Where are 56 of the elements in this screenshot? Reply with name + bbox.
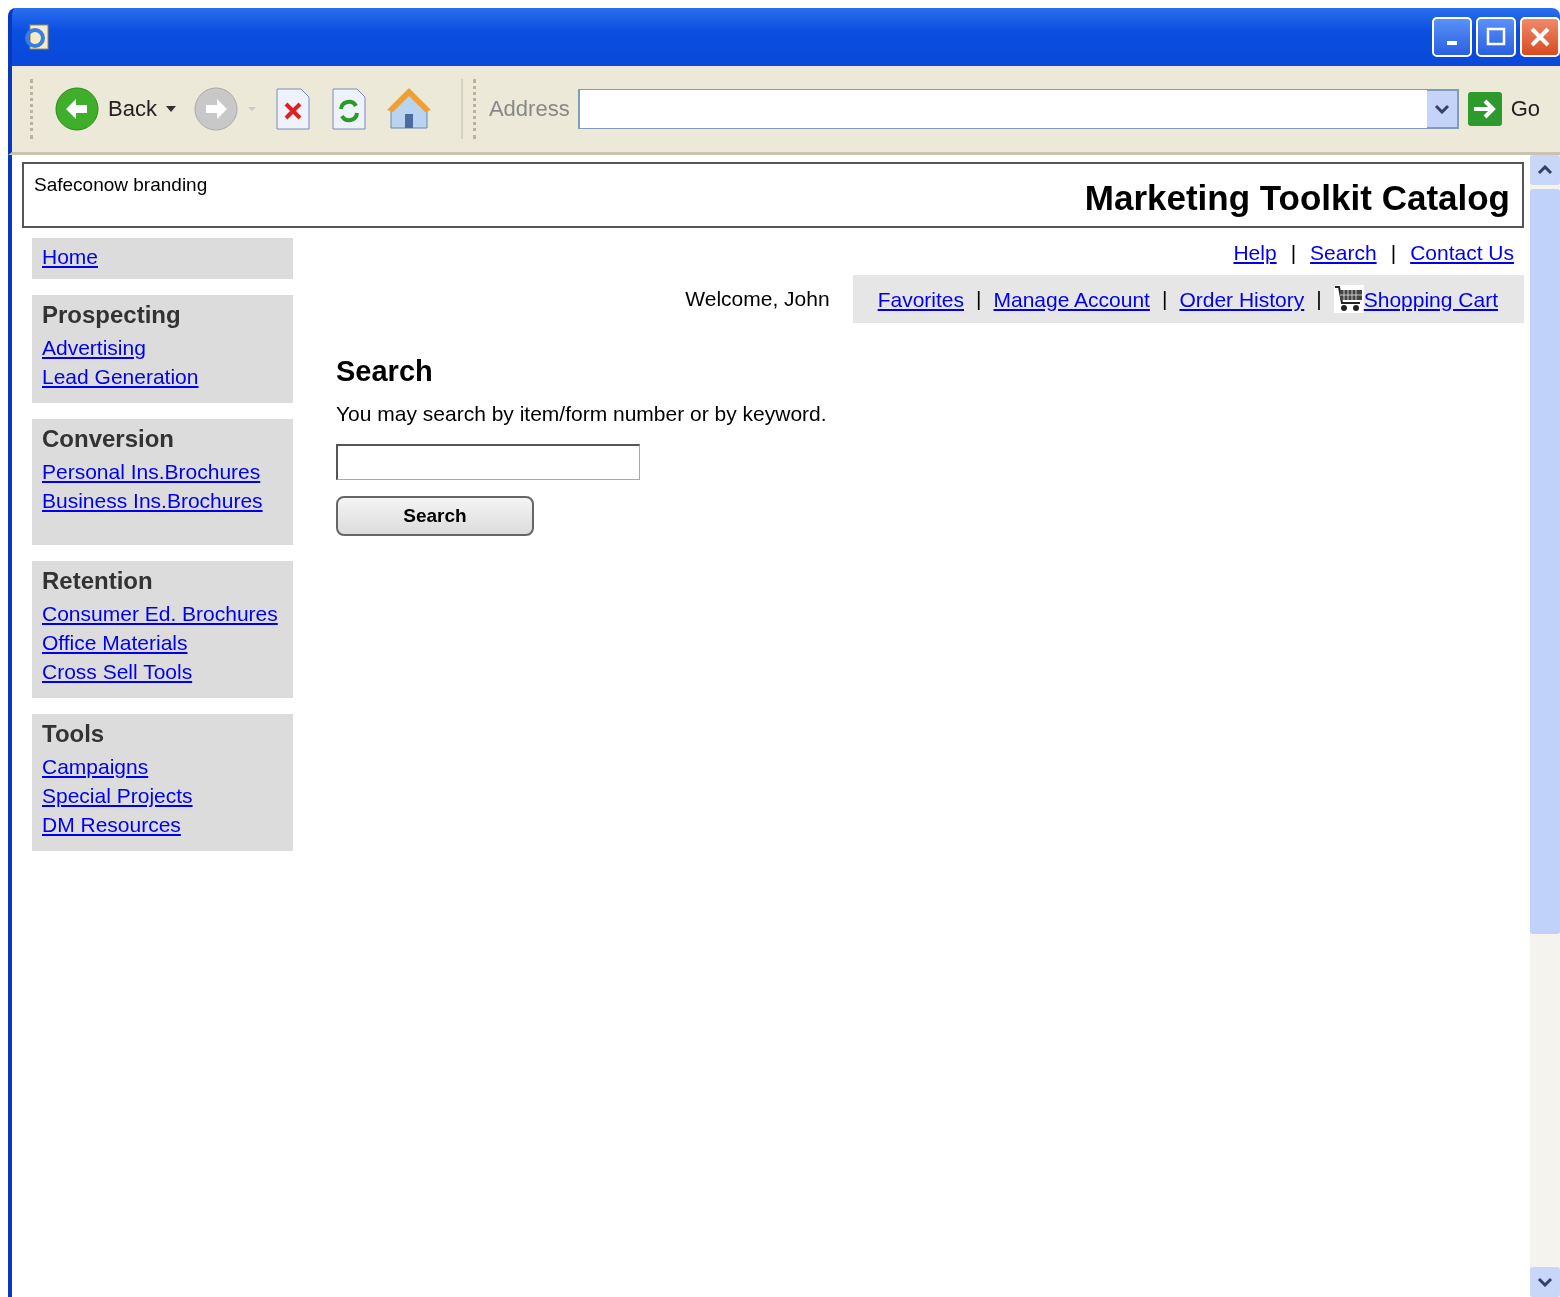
address-field[interactable] [577, 89, 1459, 129]
separator: | [1161, 287, 1168, 311]
scroll-thumb[interactable] [1530, 189, 1560, 934]
vertical-scrollbar[interactable] [1530, 155, 1560, 1297]
catalog-title: Marketing Toolkit Catalog [1084, 178, 1510, 218]
separator: | [1316, 287, 1322, 311]
browser-logo-icon [22, 22, 52, 52]
search-button[interactable]: Search [336, 496, 534, 536]
sidebar-link[interactable]: Personal Ins.Brochures [42, 457, 261, 486]
close-icon [1529, 26, 1551, 48]
address-label: Address [488, 96, 570, 122]
caret-icon [246, 106, 257, 112]
scroll-down-button[interactable] [1530, 1267, 1560, 1297]
sidebar-link[interactable]: Campaigns [42, 752, 149, 781]
account-link[interactable]: Order History [1179, 284, 1305, 314]
close-button[interactable] [1520, 17, 1560, 57]
sidebar-link[interactable]: Cross Sell Tools [42, 657, 193, 686]
dropdown-button[interactable] [1426, 91, 1457, 127]
separator: | [1290, 240, 1297, 265]
back-button[interactable]: Back [46, 86, 185, 132]
utility-link[interactable]: Contact Us [1410, 238, 1514, 267]
utility-link[interactable]: Search [1310, 238, 1377, 267]
section-heading: Tools [42, 720, 105, 748]
section-heading: Retention [42, 567, 153, 595]
sidebar-link[interactable]: Special Projects [42, 781, 193, 810]
minimize-button[interactable] [1432, 17, 1472, 57]
sidebar-link[interactable]: DM Resources [42, 810, 181, 839]
chevron-down-icon [1433, 104, 1450, 114]
search-heading: Search [336, 355, 433, 388]
search-field[interactable] [336, 444, 640, 480]
account-link[interactable]: Manage Account [993, 284, 1150, 314]
welcome-text: Welcome, John [685, 287, 830, 311]
utility-link[interactable]: Help [1233, 238, 1277, 267]
minimize-icon [1447, 41, 1457, 45]
maximize-icon [1486, 27, 1506, 47]
sidebar-link[interactable]: Office Materials [42, 628, 188, 657]
caret-icon [164, 105, 177, 113]
separator: | [976, 287, 982, 311]
section-heading: Prospecting [42, 301, 181, 329]
search-instructions: You may search by item/form number or by keyword. [336, 402, 827, 426]
scroll-up-button[interactable] [1530, 155, 1560, 185]
sidebar-link[interactable]: Business Ins.Brochures [42, 486, 263, 515]
maximize-button[interactable] [1476, 17, 1516, 57]
cart-icon [1333, 285, 1364, 313]
shopping-cart-link[interactable]: Shopping Cart [1363, 284, 1498, 314]
go-button[interactable]: Go [1458, 91, 1548, 127]
sidebar-link[interactable]: Consumer Ed. Brochures [42, 599, 278, 628]
sidebar-link[interactable]: Advertising [42, 333, 146, 362]
account-link[interactable]: Favorites [877, 284, 964, 314]
chevron-down-icon [1537, 1277, 1553, 1287]
branding-text: Safeconow branding [34, 174, 208, 197]
separator: | [1390, 240, 1397, 265]
section-heading: Conversion [42, 425, 175, 453]
chevron-up-icon [1537, 165, 1553, 175]
sidebar-link[interactable]: Lead Generation [42, 362, 199, 391]
sidebar-link[interactable]: Home [42, 242, 99, 271]
